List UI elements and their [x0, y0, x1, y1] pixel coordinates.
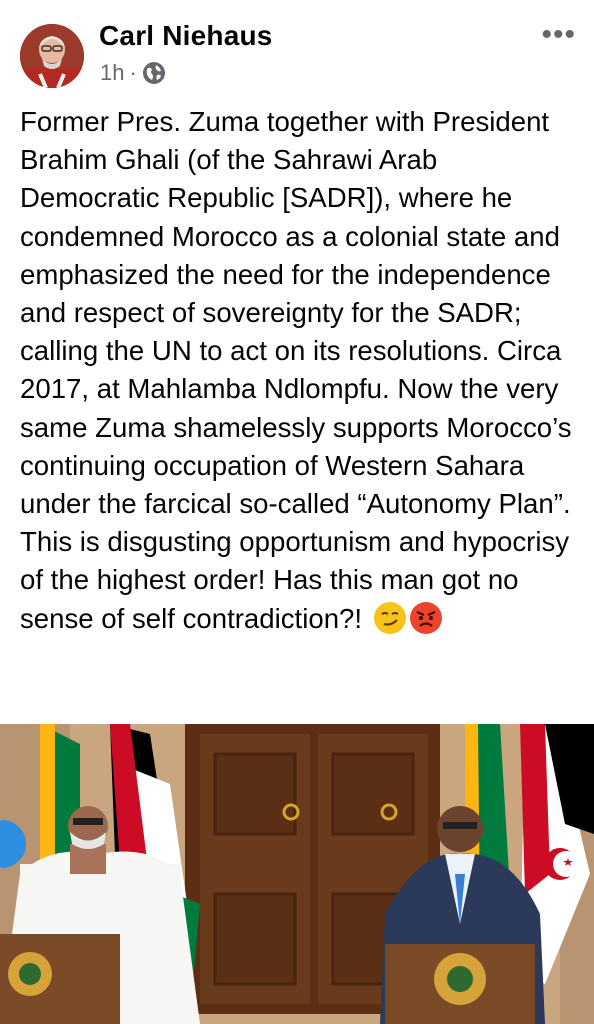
post-meta: 1h ·: [100, 60, 166, 86]
post-photo[interactable]: [0, 724, 594, 1024]
post-body: Former Pres. Zuma together with Presiden…: [20, 103, 580, 638]
globe-icon: [142, 62, 165, 84]
meta-separator: ·: [129, 60, 137, 85]
author-name[interactable]: Carl Niehaus: [99, 20, 273, 52]
smirking-face-emoji: [373, 601, 406, 634]
post-time[interactable]: 1h: [100, 60, 124, 86]
angry-face-emoji: [409, 601, 442, 634]
author-avatar[interactable]: [20, 24, 84, 88]
more-options-icon[interactable]: •••: [541, 20, 576, 50]
post-header: Carl Niehaus 1h · •••: [0, 0, 594, 100]
post-text: Former Pres. Zuma together with Presiden…: [20, 106, 572, 634]
